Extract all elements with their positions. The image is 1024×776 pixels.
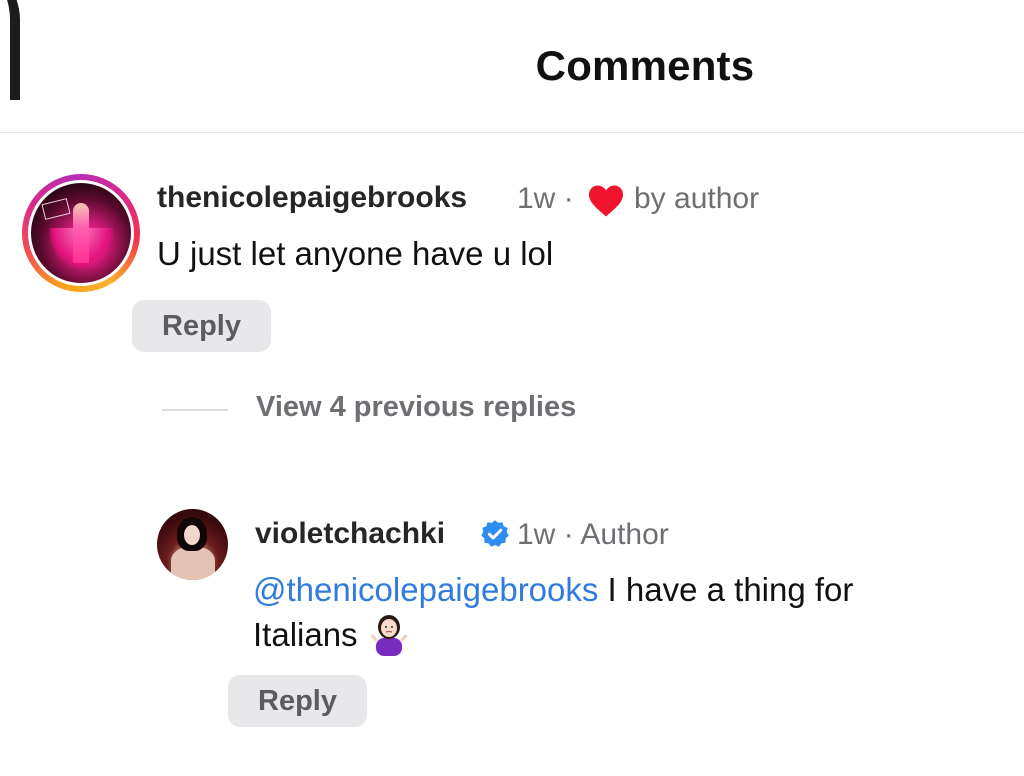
reply-button[interactable]: Reply xyxy=(228,675,367,727)
page-title: Comments xyxy=(535,42,755,89)
mention-link[interactable]: @thenicolepaigebrooks xyxy=(253,571,598,608)
reply-text-line1: I have a thing for xyxy=(598,571,854,608)
reply-username[interactable]: violetchachki xyxy=(255,517,445,551)
person-shrugging-emoji-icon xyxy=(367,612,411,656)
reply-time: 1w xyxy=(517,518,556,551)
comments-screen: Comments thenicolepaigebrooks 1w · by au… xyxy=(0,0,1024,776)
meta-separator: · xyxy=(563,518,574,551)
reply-text-line2: Italians xyxy=(253,616,367,653)
replies-divider-line xyxy=(162,409,228,411)
view-previous-replies-button[interactable]: View 4 previous replies xyxy=(256,391,576,424)
comment-username[interactable]: thenicolepaigebrooks xyxy=(157,181,467,215)
comment-time: 1w xyxy=(517,182,556,215)
verified-badge-icon xyxy=(481,520,509,547)
reply-button[interactable]: Reply xyxy=(132,300,271,352)
meta-separator: · xyxy=(563,182,574,215)
comment-meta: 1w · xyxy=(517,182,574,216)
liked-by-author-label: by author xyxy=(634,182,760,215)
reply-text: @thenicolepaigebrooks I have a thing for… xyxy=(253,568,1013,657)
avatar[interactable] xyxy=(31,183,131,283)
reply-meta: 1w · Author xyxy=(517,518,669,552)
avatar[interactable] xyxy=(157,509,228,580)
author-label: Author xyxy=(580,518,669,551)
heart-icon xyxy=(589,185,623,217)
comment-text: U just let anyone have u lol xyxy=(157,235,554,272)
comments-header: Comments xyxy=(0,0,1024,133)
